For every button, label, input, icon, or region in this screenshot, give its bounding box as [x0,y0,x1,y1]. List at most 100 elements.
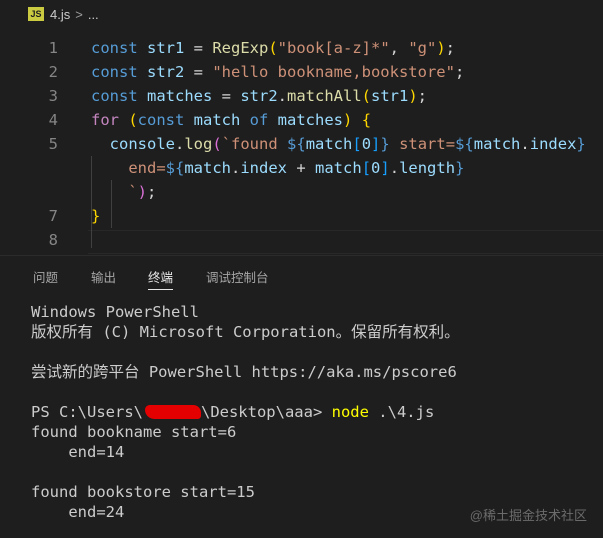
code-token: ) [436,39,446,57]
terminal-line: found bookstore start=15 [31,483,255,501]
redaction-mark [144,405,201,419]
line-number: 7 [48,207,58,225]
terminal-line: Windows PowerShell [31,303,199,321]
code-token: const [91,39,147,57]
code-token: match [193,111,250,129]
code-token: str2 [240,87,278,105]
tab-output[interactable]: 输出 [91,267,116,286]
code-token: } [380,135,390,153]
code-token: ; [454,63,465,81]
code-token: ${ [165,159,185,177]
line-number: 4 [48,111,58,129]
code-text: const matches = str2.matchAll(str1); [91,84,427,108]
code-token: log [184,135,213,153]
code-token: ] [371,135,381,153]
breadcrumb-ellipsis[interactable]: ... [88,7,99,22]
chevron-right-icon: > [75,6,83,22]
code-token: ) [408,87,418,105]
terminal-command: node [331,403,369,421]
code-token: , [389,39,409,57]
code-text: const str2 = "hello bookname,bookstore"; [91,60,464,84]
code-token: ] [380,159,390,177]
code-token: index [529,135,577,153]
code-token: matchAll [287,87,362,105]
terminal-line: 版权所有 (C) Microsoft Corporation。保留所有权利。 [31,323,460,341]
code-token: const [91,87,147,105]
code-token: . [175,135,185,153]
line-number: 8 [48,231,58,249]
code-token: = [212,87,241,105]
code-token: match [473,135,521,153]
code-token: start= [389,135,456,153]
code-token: str2 [147,63,185,81]
code-token: ; [417,87,428,105]
tab-problems[interactable]: 问题 [33,267,58,286]
terminal-line: end=14 [31,443,125,461]
code-text: `); [91,180,156,204]
code-token: ${ [455,135,474,153]
code-token: . [389,159,400,177]
code-editor[interactable]: 1 const str1 = RegExp("book[a-z]*", "g");… [0,36,603,256]
code-token: ) [343,111,353,129]
code-token: ` [91,183,138,201]
prompt-prefix: PS C:\Users\ [31,403,143,421]
code-token: 0 [361,135,372,153]
code-token: length [399,159,456,177]
code-token: ; [147,183,157,201]
code-token: RegExp [212,39,269,57]
code-token: for [91,111,129,129]
code-token: { [361,111,372,129]
terminal-prompt-line: PS C:\Users\ \Desktop\aaa> node .\4.js [31,402,601,422]
current-line-highlight [88,230,603,254]
tab-debug-console[interactable]: 调试控制台 [206,267,269,286]
code-token: end= [91,159,166,177]
terminal-output[interactable]: Windows PowerShell 版权所有 (C) Microsoft Co… [31,302,601,522]
code-token: match [315,159,362,177]
code-token: ) [137,183,148,201]
code-text: for (const match of matches) { [91,108,371,132]
breadcrumb-filename[interactable]: 4.js [50,7,70,22]
terminal-line: found bookname start=6 [31,423,237,441]
code-token: . [231,159,241,177]
code-token: matches [277,111,343,129]
code-token: ( [128,111,138,129]
code-token: = [184,63,213,81]
code-token: "book[a-z]*" [277,39,390,57]
code-token: ( [361,87,371,105]
panel-tabs: 问题 输出 终端 调试控制台 [0,256,603,292]
code-token: const [91,63,147,81]
line-number: 2 [48,63,58,81]
code-token: . [520,135,530,153]
code-token: match [184,159,231,177]
code-token: } [455,159,465,177]
code-token: } [576,135,586,153]
tab-terminal[interactable]: 终端 [148,267,174,290]
terminal-line: 尝试新的跨平台 PowerShell https://aka.ms/pscore… [31,363,457,381]
code-token: . [277,87,287,105]
code-text: end=${match.index + match[0].length} [91,156,464,180]
code-token: `found [221,135,288,153]
code-token: = [184,39,213,57]
code-text: } [91,204,100,228]
code-token: console [109,135,175,153]
code-token: str1 [147,39,185,57]
prompt-suffix: \Desktop\aaa> [200,403,332,421]
line-number: 1 [48,39,58,57]
terminal-command-arg: .\4.js [368,403,435,421]
javascript-file-icon: JS [28,7,44,21]
code-token: ( [268,39,278,57]
watermark: @稀土掘金技术社区 [469,508,587,523]
code-token: "hello bookname,bookstore" [212,63,455,81]
code-token: + [287,159,316,177]
code-token: of [249,111,278,129]
code-token: index [240,159,288,177]
code-token: "g" [408,39,437,57]
code-token: [ [352,135,362,153]
line-number: 3 [48,87,58,105]
code-text: console.log(`found ${match[0]} start=${m… [91,132,586,156]
code-token: } [91,207,101,225]
